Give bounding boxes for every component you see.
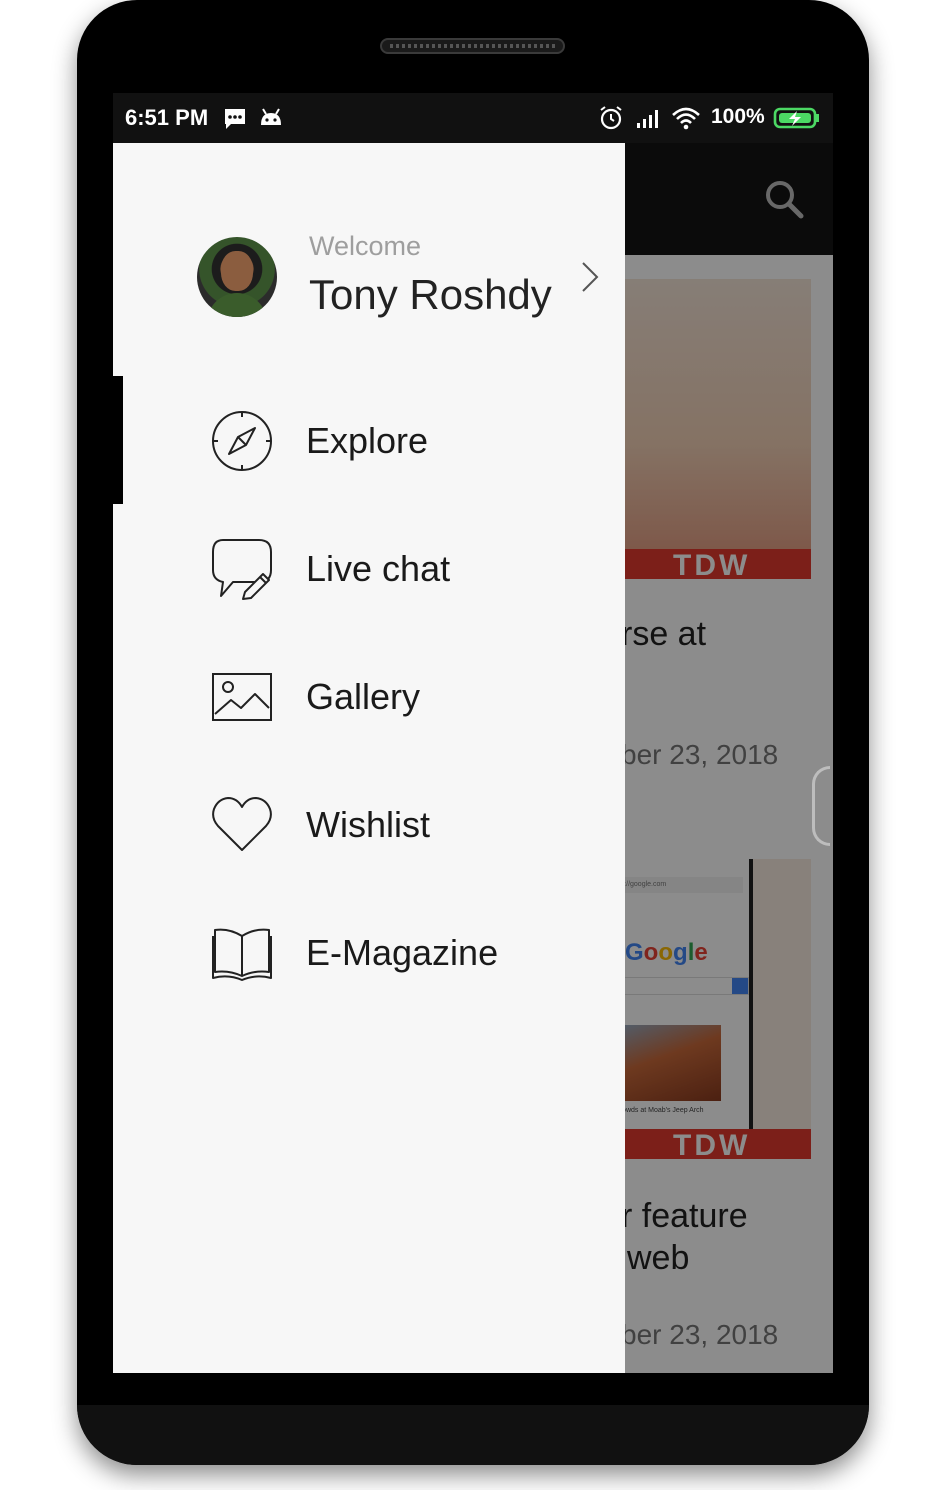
avatar[interactable] xyxy=(197,237,277,317)
chat-bubble-icon xyxy=(212,539,272,600)
menu-item-wishlist[interactable]: Wishlist xyxy=(113,760,625,888)
menu-item-e-magazine[interactable]: E-Magazine xyxy=(113,888,625,1016)
wifi-icon xyxy=(672,107,700,130)
cellular-signal-icon xyxy=(637,110,658,128)
menu-item-gallery[interactable]: Gallery xyxy=(113,632,625,760)
phone-chin xyxy=(77,1405,869,1465)
phone-side-button xyxy=(812,766,830,846)
navigation-drawer: Welcome Tony Roshdy Explore Live chat Ga… xyxy=(113,143,625,1373)
menu-label-gallery: Gallery xyxy=(306,676,421,717)
menu-label-wishlist: Wishlist xyxy=(306,804,430,845)
menu-label-e-magazine: E-Magazine xyxy=(306,932,499,973)
chevron-right-icon[interactable] xyxy=(579,259,601,295)
heart-icon xyxy=(212,797,272,851)
welcome-label: Welcome xyxy=(309,231,422,261)
menu-label-explore: Explore xyxy=(306,420,429,461)
user-name[interactable]: Tony Roshdy xyxy=(309,271,552,319)
menu-item-live-chat[interactable]: Live chat xyxy=(113,504,625,632)
screen: TDW rse at ber 23, 2018 https://google.c… xyxy=(113,93,833,1373)
battery-percentage: 100% xyxy=(711,105,765,128)
alarm-icon xyxy=(600,106,622,130)
book-icon xyxy=(212,928,272,981)
compass-icon xyxy=(212,411,272,471)
menu-item-explore[interactable]: Explore xyxy=(113,376,625,504)
status-time: 6:51 PM xyxy=(125,105,209,130)
status-bar: 6:51 PM 100% xyxy=(113,93,833,143)
image-icon xyxy=(212,673,272,721)
android-debug-icon xyxy=(261,108,281,125)
menu-label-live-chat: Live chat xyxy=(306,548,451,589)
phone-speaker xyxy=(380,38,565,54)
battery-charging-icon xyxy=(773,107,819,129)
message-notification-icon xyxy=(225,109,245,129)
